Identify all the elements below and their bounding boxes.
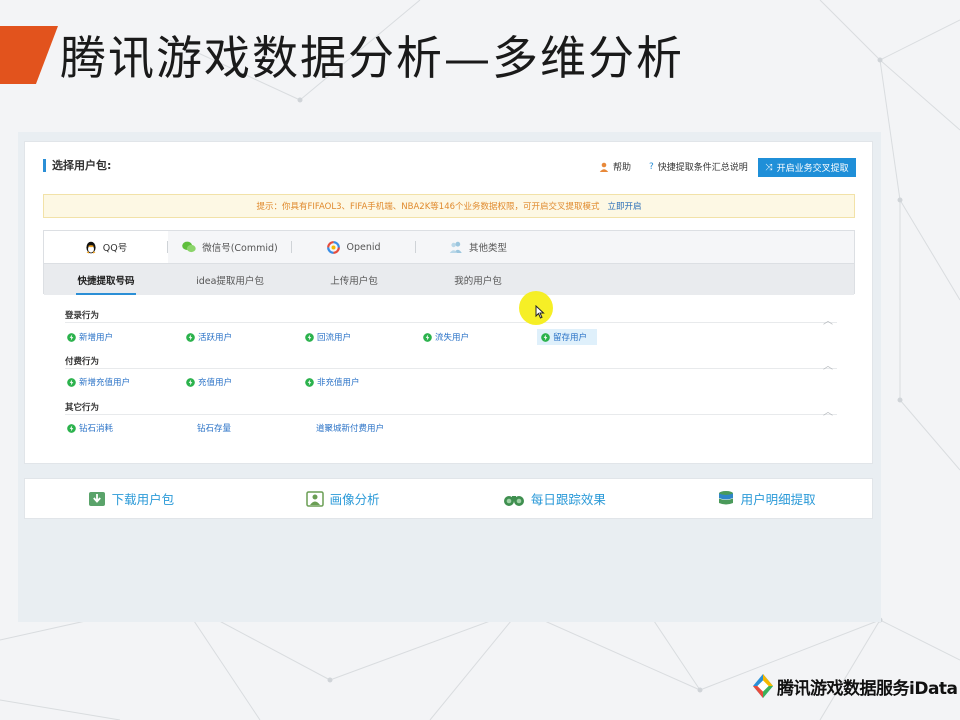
- collapse-icon[interactable]: ︿: [823, 403, 833, 418]
- collapse-icon[interactable]: ︿: [823, 357, 833, 372]
- bolt-icon: [186, 377, 195, 387]
- section-title-payment: 付费行为: [65, 357, 100, 367]
- tab-other-label: 其他类型: [468, 243, 507, 254]
- item-label: 流失用户: [435, 333, 470, 343]
- shuffle-icon: ⤨: [765, 162, 773, 173]
- tab-wechat-label: 微信号(Commid): [202, 243, 278, 254]
- item-retained-users[interactable]: 留存用户: [537, 329, 597, 345]
- section-title-other: 其它行为: [65, 403, 100, 413]
- item-label: 道聚城新付费用户: [316, 424, 385, 434]
- collapse-icon[interactable]: ︿: [823, 312, 833, 327]
- item-new-users[interactable]: 新增用户: [63, 329, 117, 345]
- bolt-icon: [305, 332, 314, 342]
- binoculars-icon: [503, 495, 524, 506]
- section-divider: [65, 322, 837, 323]
- item-label: 钻石存量: [197, 424, 232, 434]
- item-daojucheng-new-paying[interactable]: 道聚城新付费用户: [312, 420, 388, 436]
- item-label: 活跃用户: [198, 333, 233, 343]
- subtab-quick-extract[interactable]: 快捷提取号码: [44, 264, 168, 295]
- users-icon: [449, 241, 462, 253]
- tab-qq-label: QQ号: [102, 243, 128, 254]
- item-diamond-consumption[interactable]: 钻石消耗: [63, 420, 117, 436]
- portrait-analysis-label: 画像分析: [329, 492, 380, 507]
- openid-icon: [327, 240, 341, 254]
- item-label: 非充值用户: [317, 378, 360, 388]
- subtab-my-packages[interactable]: 我的用户包: [416, 264, 540, 295]
- notice-text: 提示：你具有FIFAOL3、FIFA手机端、NBA2K等146个业务数据权限，可…: [256, 202, 600, 212]
- mode-sub-tabs: 快捷提取号码 idea提取用户包 上传用户包 我的用户包: [44, 263, 854, 295]
- item-diamond-stock[interactable]: 钻石存量: [193, 420, 235, 436]
- item-label: 回流用户: [317, 333, 352, 343]
- item-non-paying-users[interactable]: 非充值用户: [301, 374, 364, 390]
- user-detail-extract-button[interactable]: 用户明细提取: [660, 479, 872, 518]
- idata-logo-text: 腾讯游戏数据服务iData: [777, 678, 958, 699]
- penguin-icon: [86, 241, 96, 253]
- item-new-paying-users[interactable]: 新增充值用户: [63, 374, 134, 390]
- tab-openid[interactable]: Openid: [292, 231, 416, 263]
- item-label: 钻石消耗: [79, 424, 114, 434]
- help-link[interactable]: 帮助: [599, 160, 631, 173]
- portrait-analysis-button[interactable]: 画像分析: [237, 479, 449, 518]
- tab-wechat[interactable]: 微信号(Commid): [168, 231, 292, 263]
- download-package-button[interactable]: 下载用户包: [25, 479, 237, 518]
- database-icon: [718, 490, 733, 504]
- tab-openid-label: Openid: [346, 241, 381, 253]
- section-title-login: 登录行为: [65, 311, 100, 321]
- cross-extract-button[interactable]: ⤨ 开启业务交叉提取: [758, 158, 856, 177]
- question-icon: ?: [649, 161, 654, 172]
- bolt-icon: [67, 377, 76, 387]
- wechat-icon: [182, 241, 196, 253]
- tab-qq[interactable]: QQ号: [44, 231, 168, 263]
- daily-tracking-button[interactable]: 每日跟踪效果: [449, 479, 661, 518]
- id-type-tabs: QQ号 微信号(Commid) Openid 其他类型: [44, 231, 854, 263]
- guide-label: 快捷提取条件汇总说明: [657, 163, 748, 173]
- download-package-label: 下载用户包: [111, 492, 175, 507]
- notice-bar: 提示：你具有FIFAOL3、FIFA手机端、NBA2K等146个业务数据权限，可…: [43, 194, 855, 218]
- item-label: 充值用户: [198, 378, 233, 388]
- item-active-users[interactable]: 活跃用户: [182, 329, 236, 345]
- bolt-icon: [67, 332, 76, 342]
- guide-link[interactable]: ? 快捷提取条件汇总说明: [649, 160, 748, 174]
- help-label: 帮助: [613, 163, 632, 173]
- item-label: 新增充值用户: [79, 378, 131, 388]
- download-icon: [88, 491, 105, 506]
- panel-header: 选择用户包: 帮助 ? 快捷提取条件汇总说明 ⤨ 开启业务交叉提取: [25, 142, 872, 194]
- panel-title: 选择用户包:: [43, 159, 111, 172]
- bolt-icon: [186, 332, 195, 342]
- cross-extract-label: 开启业务交叉提取: [776, 164, 849, 174]
- action-bar: 下载用户包 画像分析 每日跟踪效果 用户明细提取: [24, 478, 873, 519]
- item-label: 留存用户: [553, 333, 588, 343]
- bolt-icon: [305, 377, 314, 387]
- daily-tracking-label: 每日跟踪效果: [530, 492, 606, 507]
- tab-other[interactable]: 其他类型: [416, 231, 540, 263]
- bolt-icon: [67, 423, 76, 433]
- subtab-idea-extract[interactable]: idea提取用户包: [168, 264, 292, 295]
- enable-now-link[interactable]: 立即开启: [608, 200, 642, 212]
- item-returning-users[interactable]: 回流用户: [301, 329, 355, 345]
- section-divider: [65, 368, 837, 369]
- idata-logo: 腾讯游戏数据服务iData: [752, 671, 958, 701]
- bolt-icon: [541, 332, 550, 342]
- bolt-icon: [423, 332, 432, 342]
- section-divider: [65, 414, 837, 415]
- item-label: 新增用户: [79, 333, 114, 343]
- item-churned-users[interactable]: 流失用户: [419, 329, 473, 345]
- user-icon: [599, 162, 609, 172]
- user-package-panel: 选择用户包: 帮助 ? 快捷提取条件汇总说明 ⤨ 开启业务交叉提取 提示：你具有…: [24, 141, 873, 464]
- subtab-upload[interactable]: 上传用户包: [292, 264, 416, 295]
- user-detail-extract-label: 用户明细提取: [740, 492, 816, 507]
- portrait-icon: [305, 490, 324, 507]
- tab-box: QQ号 微信号(Commid) Openid 其他类型 快捷提取号码 idea提…: [43, 230, 855, 295]
- idata-logo-icon: [753, 674, 773, 698]
- slide-title: 腾讯游戏数据分析—多维分析: [60, 31, 684, 85]
- mouse-pointer-icon: [535, 305, 545, 319]
- item-paying-users[interactable]: 充值用户: [182, 374, 236, 390]
